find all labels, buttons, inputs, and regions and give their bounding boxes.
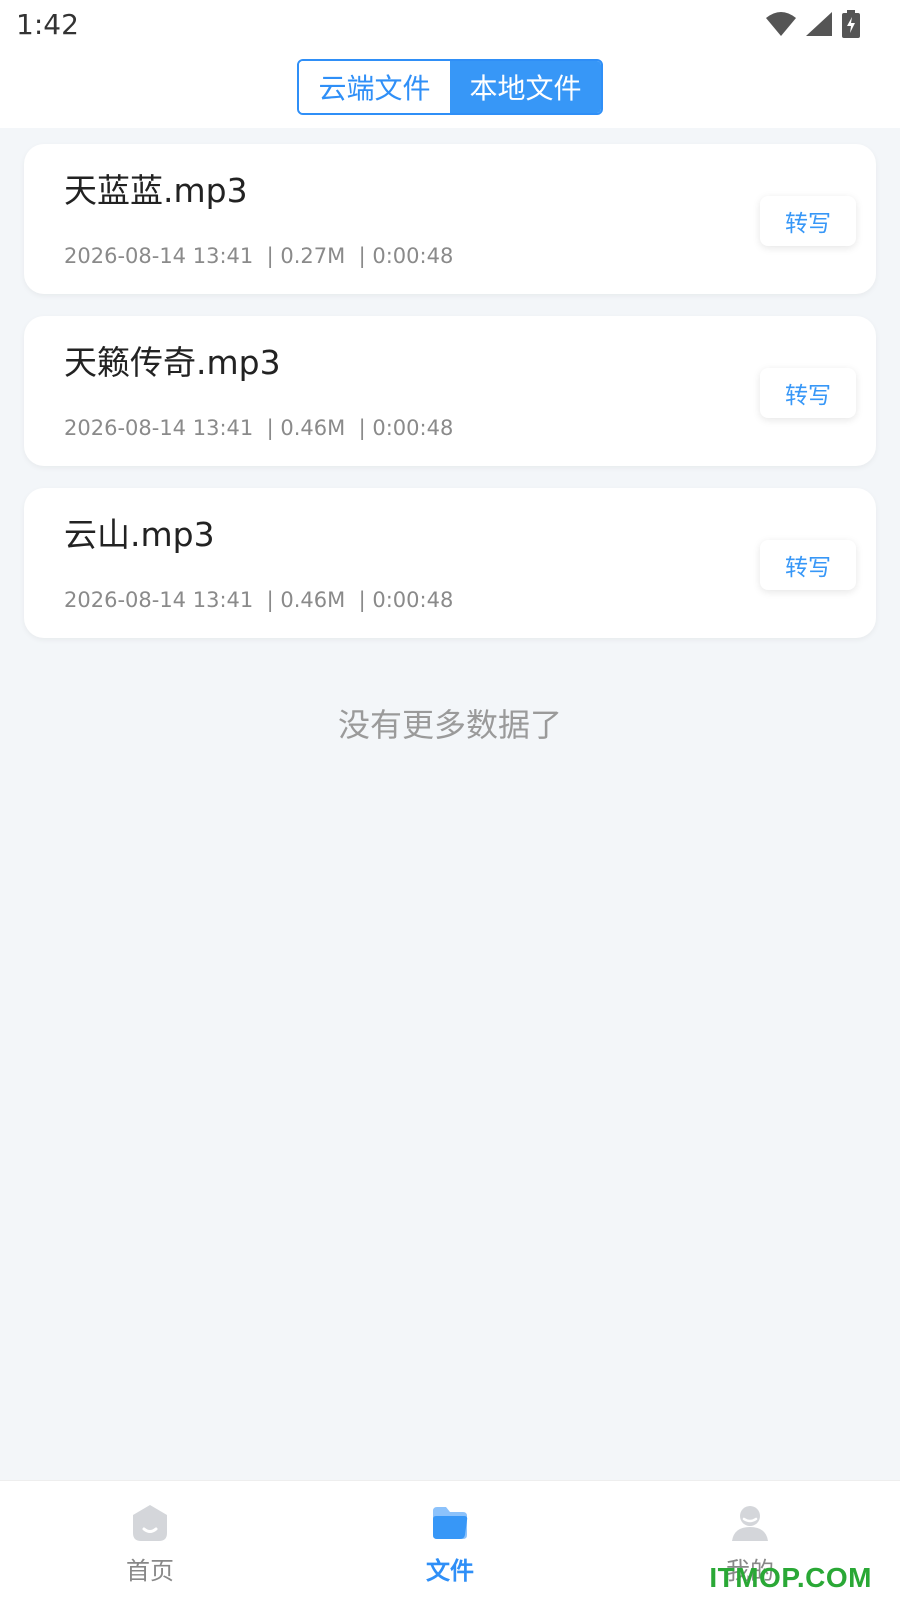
cell-signal-icon — [806, 12, 832, 36]
transcribe-button[interactable]: 转写 — [760, 196, 856, 246]
file-size: 0.46M — [280, 416, 346, 440]
file-date: 2026-08-14 13:41 — [64, 588, 254, 612]
tab-files[interactable]: 文件 — [370, 1481, 530, 1601]
file-source-switch: 云端文件 本地文件 — [297, 59, 603, 115]
file-meta: 2026-08-14 13:41 | 0.27M | 0:00:48 — [64, 244, 454, 268]
status-time: 1:42 — [16, 8, 79, 41]
tab-cloud-files[interactable]: 云端文件 — [299, 61, 450, 113]
tab-files-label: 文件 — [426, 1557, 474, 1585]
file-duration: 0:00:48 — [372, 416, 454, 440]
user-icon — [732, 1506, 768, 1541]
file-card[interactable]: 天籁传奇.mp3 2026-08-14 13:41 | 0.46M | 0:00… — [24, 316, 876, 466]
file-date: 2026-08-14 13:41 — [64, 416, 254, 440]
file-date: 2026-08-14 13:41 — [64, 244, 254, 268]
folder-icon — [433, 1507, 468, 1539]
home-icon — [133, 1505, 167, 1541]
status-bar: 1:42 — [0, 0, 900, 50]
file-size: 0.27M — [280, 244, 346, 268]
file-list: 天蓝蓝.mp3 2026-08-14 13:41 | 0.27M | 0:00:… — [24, 144, 876, 660]
tab-local-files[interactable]: 本地文件 — [450, 61, 601, 113]
file-name: 天籁传奇.mp3 — [64, 343, 281, 382]
tab-home-label: 首页 — [126, 1557, 174, 1585]
file-meta: 2026-08-14 13:41 | 0.46M | 0:00:48 — [64, 416, 454, 440]
file-duration: 0:00:48 — [372, 588, 454, 612]
list-end-message: 没有更多数据了 — [337, 706, 562, 744]
file-card[interactable]: 天蓝蓝.mp3 2026-08-14 13:41 | 0.27M | 0:00:… — [24, 144, 876, 294]
wifi-icon — [766, 12, 796, 36]
file-meta: 2026-08-14 13:41 | 0.46M | 0:00:48 — [64, 588, 454, 612]
tab-home[interactable]: 首页 — [70, 1481, 230, 1601]
file-size: 0.46M — [280, 588, 346, 612]
status-icons — [766, 10, 860, 38]
battery-charging-icon — [842, 10, 860, 38]
watermark: ITMOP.COM — [709, 1562, 872, 1593]
top-bar: 云端文件 本地文件 — [0, 50, 900, 128]
file-card[interactable]: 云山.mp3 2026-08-14 13:41 | 0.46M | 0:00:4… — [24, 488, 876, 638]
transcribe-button[interactable]: 转写 — [760, 540, 856, 590]
transcribe-button[interactable]: 转写 — [760, 368, 856, 418]
file-duration: 0:00:48 — [372, 244, 454, 268]
file-name: 云山.mp3 — [64, 515, 215, 554]
file-name: 天蓝蓝.mp3 — [64, 171, 248, 210]
